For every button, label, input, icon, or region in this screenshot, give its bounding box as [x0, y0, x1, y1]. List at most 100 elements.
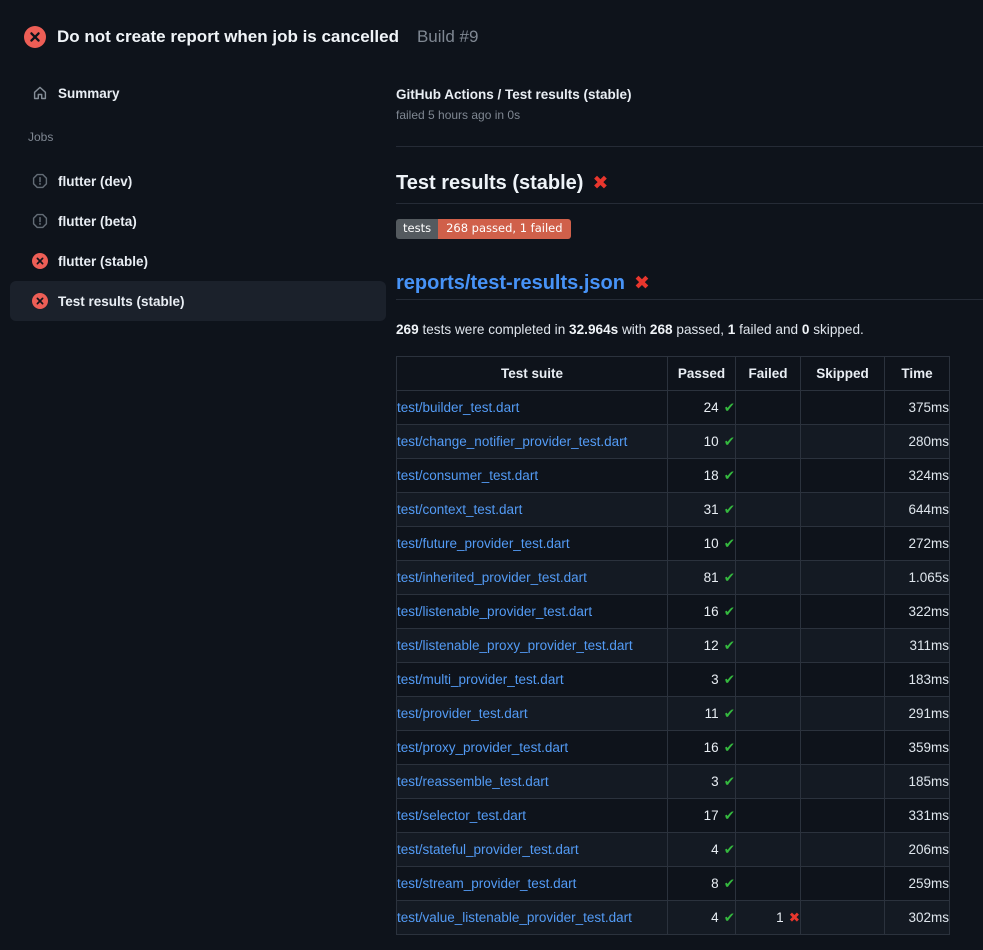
check-icon: ✔: [724, 774, 735, 789]
passed-cell: 8✔: [668, 867, 736, 901]
job-status-line: failed 5 hours ago in 0s: [396, 108, 952, 122]
test-suite-cell: test/reassemble_test.dart: [397, 765, 668, 799]
failed-cell: [736, 663, 801, 697]
test-suite-link[interactable]: test/inherited_provider_test.dart: [397, 570, 587, 585]
passed-cell-value: 16: [704, 604, 719, 619]
summary-text: skipped.: [809, 322, 863, 337]
failed-cell: [736, 595, 801, 629]
check-icon: ✔: [724, 468, 735, 483]
sidebar-item-summary[interactable]: Summary: [10, 73, 386, 113]
passed-cell-value: 10: [704, 536, 719, 551]
failed-cell: [736, 561, 801, 595]
test-suite-link[interactable]: test/value_listenable_provider_test.dart: [397, 910, 632, 925]
sidebar-item-label: flutter (dev): [58, 174, 132, 189]
skipped-cell: [801, 765, 885, 799]
passed-cell-value: 12: [704, 638, 719, 653]
skipped-cell: [801, 527, 885, 561]
summary-text: tests were completed in: [419, 322, 569, 337]
passed-cell-value: 3: [711, 774, 719, 789]
test-suite-cell: test/stream_provider_test.dart: [397, 867, 668, 901]
skipped-cell: [801, 697, 885, 731]
skipped-cell: [801, 799, 885, 833]
sidebar-item-label: Test results (stable): [58, 294, 185, 309]
failed-cell: [736, 425, 801, 459]
test-suite-link[interactable]: test/future_provider_test.dart: [397, 536, 570, 551]
test-suite-cell: test/value_listenable_provider_test.dart: [397, 901, 668, 935]
check-icon: ✔: [724, 638, 735, 653]
test-suite-link[interactable]: test/provider_test.dart: [397, 706, 528, 721]
report-file-link[interactable]: reports/test-results.json: [396, 272, 625, 294]
skipped-cell: [801, 901, 885, 935]
table-row: test/stateful_provider_test.dart4✔206ms: [397, 833, 950, 867]
jobs-section-label: Jobs: [28, 129, 396, 145]
x-circle-icon: [32, 253, 48, 269]
table-row: test/inherited_provider_test.dart81✔1.06…: [397, 561, 950, 595]
test-suite-link[interactable]: test/context_test.dart: [397, 502, 522, 517]
sidebar-item-test-results-stable[interactable]: Test results (stable): [10, 281, 386, 321]
time-cell: 644ms: [885, 493, 950, 527]
failed-cell: [736, 765, 801, 799]
test-suite-link[interactable]: test/proxy_provider_test.dart: [397, 740, 568, 755]
check-icon: ✔: [724, 434, 735, 449]
failed-cell: 1✖: [736, 901, 801, 935]
passed-cell: 10✔: [668, 527, 736, 561]
passed-count: 268: [650, 322, 673, 337]
check-icon: ✔: [724, 502, 735, 517]
table-row: test/context_test.dart 31 ✔ 644ms: [397, 493, 950, 527]
test-suite-link[interactable]: test/multi_provider_test.dart: [397, 672, 564, 687]
column-header-failed: Failed: [736, 357, 801, 391]
test-suite-link[interactable]: test/builder_test.dart: [397, 400, 519, 415]
test-suite-link[interactable]: test/stream_provider_test.dart: [397, 876, 576, 891]
passed-cell-value: 31: [704, 502, 719, 517]
table-row: test/provider_test.dart11✔291ms: [397, 697, 950, 731]
passed-cell: 3✔: [668, 663, 736, 697]
passed-cell-value: 18: [704, 468, 719, 483]
build-number: Build #9: [417, 27, 478, 47]
failed-cell: [736, 697, 801, 731]
duration-value: 32.964s: [569, 322, 618, 337]
test-suite-cell: test/listenable_provider_test.dart: [397, 595, 668, 629]
summary-text: passed,: [673, 322, 728, 337]
report-title: Test results (stable)✖: [396, 170, 983, 204]
skipped-cell: [801, 833, 885, 867]
sidebar-item-flutter-dev[interactable]: flutter (dev): [10, 161, 386, 201]
test-suite-link[interactable]: test/listenable_proxy_provider_test.dart: [397, 638, 633, 653]
table-row: test/listenable_proxy_provider_test.dart…: [397, 629, 950, 663]
summary-text: failed and: [735, 322, 802, 337]
time-cell: 375ms: [885, 391, 950, 425]
column-header-time: Time: [885, 357, 950, 391]
test-suite-link[interactable]: test/change_notifier_provider_test.dart: [397, 434, 627, 449]
time-cell: 206ms: [885, 833, 950, 867]
table-row: test/listenable_provider_test.dart16✔322…: [397, 595, 950, 629]
skipped-cell: [801, 561, 885, 595]
passed-cell-value: 4: [711, 842, 719, 857]
test-suite-link[interactable]: test/selector_test.dart: [397, 808, 526, 823]
failed-cell: [736, 799, 801, 833]
skipped-cell: [801, 493, 885, 527]
failed-x-icon: ✖: [592, 173, 608, 194]
skipped-cell: [801, 663, 885, 697]
time-cell: 183ms: [885, 663, 950, 697]
passed-cell-value: 81: [704, 570, 719, 585]
failed-cell: [736, 527, 801, 561]
check-icon: ✔: [724, 740, 735, 755]
test-suite-link[interactable]: test/reassemble_test.dart: [397, 774, 549, 789]
sidebar-item-flutter-stable[interactable]: flutter (stable): [10, 241, 386, 281]
failed-cell: [736, 731, 801, 765]
time-cell: 324ms: [885, 459, 950, 493]
test-suite-link[interactable]: test/listenable_provider_test.dart: [397, 604, 592, 619]
time-cell: 291ms: [885, 697, 950, 731]
sidebar-item-flutter-beta[interactable]: flutter (beta): [10, 201, 386, 241]
test-suite-cell: test/listenable_proxy_provider_test.dart: [397, 629, 668, 663]
summary-line: 269 tests were completed in 32.964s with…: [396, 321, 952, 338]
table-row: test/reassemble_test.dart3✔185ms: [397, 765, 950, 799]
test-suite-link[interactable]: test/consumer_test.dart: [397, 468, 538, 483]
test-suite-link[interactable]: test/stateful_provider_test.dart: [397, 842, 579, 857]
skipped-cell: [801, 595, 885, 629]
table-row: test/future_provider_test.dart10✔272ms: [397, 527, 950, 561]
x-icon: ✖: [789, 910, 800, 925]
time-cell: 280ms: [885, 425, 950, 459]
page-title: Do not create report when job is cancell…: [57, 27, 399, 47]
table-row: test/value_listenable_provider_test.dart…: [397, 901, 950, 935]
passed-cell-value: 8: [711, 876, 719, 891]
